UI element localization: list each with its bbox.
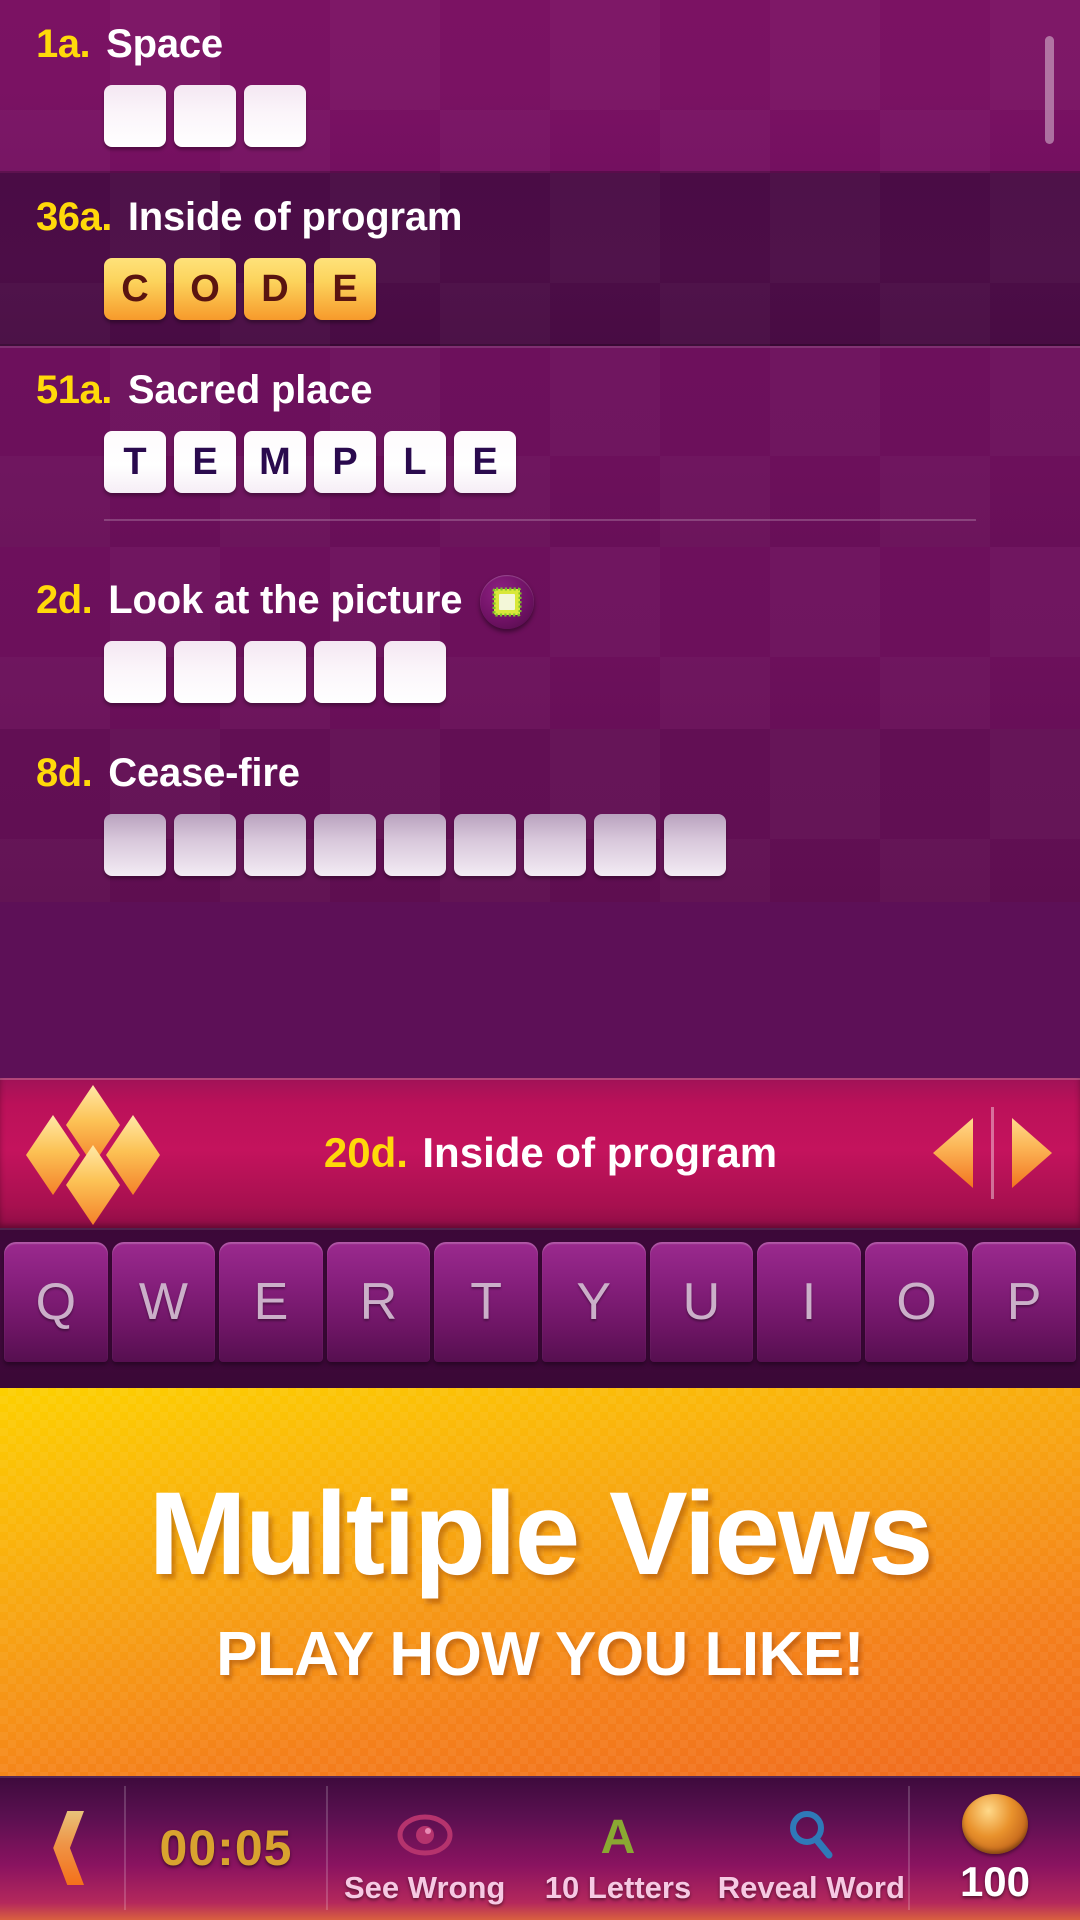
next-clue-button[interactable] <box>1012 1118 1052 1188</box>
ten-letters-button[interactable]: A 10 Letters <box>521 1776 714 1920</box>
reveal-word-button[interactable]: Reveal Word <box>715 1776 908 1920</box>
coin-count-label: 100 <box>959 1858 1031 1905</box>
clue-header: 1a. Space <box>0 22 1080 67</box>
letter-tile[interactable]: P <box>314 431 376 493</box>
reveal-word-label: Reveal Word <box>717 1870 905 1905</box>
timer-value: 00:05 <box>159 1820 293 1876</box>
key-p[interactable]: P <box>972 1242 1076 1362</box>
clue-row[interactable]: 2d. Look at the picture <box>0 547 1080 729</box>
ten-letters-label: 10 Letters <box>544 1870 692 1905</box>
key-e[interactable]: E <box>219 1242 323 1362</box>
letter-tile[interactable] <box>384 814 446 876</box>
clue-label: Look at the picture <box>108 578 463 622</box>
letter-tile[interactable] <box>244 814 306 876</box>
clue-row[interactable]: 51a. Sacred place T E M P L E <box>0 346 1080 547</box>
letter-a-icon: A <box>592 1806 644 1864</box>
clue-header: 36a. Inside of program <box>0 195 1080 240</box>
clue-label: Space <box>106 22 223 66</box>
answer-tiles[interactable] <box>0 641 1080 703</box>
letter-tile[interactable]: O <box>174 258 236 320</box>
clue-label: Sacred place <box>127 368 373 412</box>
answer-tiles[interactable]: T E M P L E <box>0 431 1080 493</box>
letter-tile[interactable]: D <box>244 258 306 320</box>
clue-row[interactable]: 8d. Cease-fire <box>0 729 1080 902</box>
bottom-toolbar: 00:05 See Wrong A 10 Letters Reveal Word… <box>0 1776 1080 1920</box>
clue-header: 2d. Look at the picture <box>0 569 1080 629</box>
current-clue-bar: 20d. Inside of program <box>0 1078 1080 1228</box>
letter-tile[interactable] <box>174 814 236 876</box>
answer-tiles[interactable] <box>0 85 1080 147</box>
letter-tile[interactable] <box>104 85 166 147</box>
clue-label: Inside of program <box>127 195 463 239</box>
back-chevron-icon <box>53 1811 84 1885</box>
key-w[interactable]: W <box>111 1242 216 1362</box>
key-y[interactable]: Y <box>541 1242 646 1362</box>
clue-number: 1a. <box>36 22 91 66</box>
svg-text:A: A <box>601 1811 636 1861</box>
letter-tile[interactable]: M <box>244 431 306 493</box>
clue-list-scrollbar[interactable] <box>1045 36 1054 144</box>
clue-number: 36a. <box>36 195 112 239</box>
letter-tile[interactable]: E <box>174 431 236 493</box>
letter-tile[interactable] <box>174 641 236 703</box>
clue-number: 51a. <box>36 368 112 412</box>
clue-number: 2d. <box>36 578 93 622</box>
key-t[interactable]: T <box>434 1242 538 1362</box>
letter-tile[interactable]: E <box>314 258 376 320</box>
letter-tile[interactable] <box>454 814 516 876</box>
letter-tile[interactable]: L <box>384 431 446 493</box>
ad-subheadline: PLAY HOW YOU LIKE! <box>216 1619 864 1689</box>
letter-tile[interactable] <box>104 641 166 703</box>
see-wrong-label: See Wrong <box>343 1870 506 1905</box>
clue-row[interactable]: 1a. Space <box>0 0 1080 173</box>
diamond-cluster-icon[interactable] <box>18 1083 168 1225</box>
on-screen-keyboard: Q W E R T Y U I O P <box>0 1228 1080 1388</box>
key-r[interactable]: R <box>326 1242 431 1362</box>
clue-header: 51a. Sacred place <box>0 368 1080 413</box>
nav-divider <box>991 1107 994 1199</box>
letter-tile[interactable] <box>174 85 236 147</box>
ad-headline: Multiple Views <box>148 1467 934 1600</box>
see-wrong-button[interactable]: See Wrong <box>328 1776 521 1920</box>
letter-tile[interactable] <box>104 814 166 876</box>
timer-display: 00:05 <box>126 1776 326 1920</box>
coin-balance[interactable]: 100 <box>910 1776 1080 1920</box>
letter-tile[interactable] <box>524 814 586 876</box>
letter-tile[interactable]: T <box>104 431 166 493</box>
letter-tile[interactable]: E <box>454 431 516 493</box>
letter-tile[interactable] <box>664 814 726 876</box>
clue-number: 8d. <box>36 751 93 795</box>
clue-row[interactable]: 36a. Inside of program C O D E <box>0 173 1080 346</box>
clue-list[interactable]: 1a. Space 36a. Inside of program C O D E <box>0 0 1080 1078</box>
ad-banner[interactable]: Multiple Views PLAY HOW YOU LIKE! <box>0 1388 1080 1776</box>
previous-clue-button[interactable] <box>933 1118 973 1188</box>
across-down-divider <box>104 519 976 521</box>
letter-tile[interactable] <box>314 814 376 876</box>
answer-tiles[interactable] <box>0 814 1080 876</box>
letter-tile[interactable] <box>594 814 656 876</box>
current-clue-label: Inside of program <box>422 1129 778 1176</box>
key-u[interactable]: U <box>649 1242 754 1362</box>
clue-header: 8d. Cease-fire <box>0 751 1080 796</box>
back-button[interactable] <box>0 1776 124 1920</box>
answer-tiles[interactable]: C O D E <box>0 258 1080 320</box>
picture-frame-icon[interactable] <box>480 575 535 629</box>
crossword-game-screen: 1a. Space 36a. Inside of program C O D E <box>0 0 1080 1920</box>
coin-icon <box>961 1794 1028 1854</box>
magnifier-icon <box>786 1806 836 1864</box>
clue-label: Cease-fire <box>108 751 300 795</box>
letter-tile[interactable] <box>384 641 446 703</box>
letter-tile[interactable] <box>244 641 306 703</box>
current-clue-text-group[interactable]: 20d. Inside of program <box>168 1129 933 1177</box>
letter-tile[interactable] <box>244 85 306 147</box>
eye-icon <box>397 1806 453 1864</box>
key-i[interactable]: I <box>757 1242 861 1362</box>
key-o[interactable]: O <box>864 1242 969 1362</box>
key-q[interactable]: Q <box>4 1242 108 1362</box>
current-clue-number: 20d. <box>323 1129 408 1176</box>
letter-tile[interactable] <box>314 641 376 703</box>
clue-navigation <box>933 1107 1052 1199</box>
letter-tile[interactable]: C <box>104 258 166 320</box>
